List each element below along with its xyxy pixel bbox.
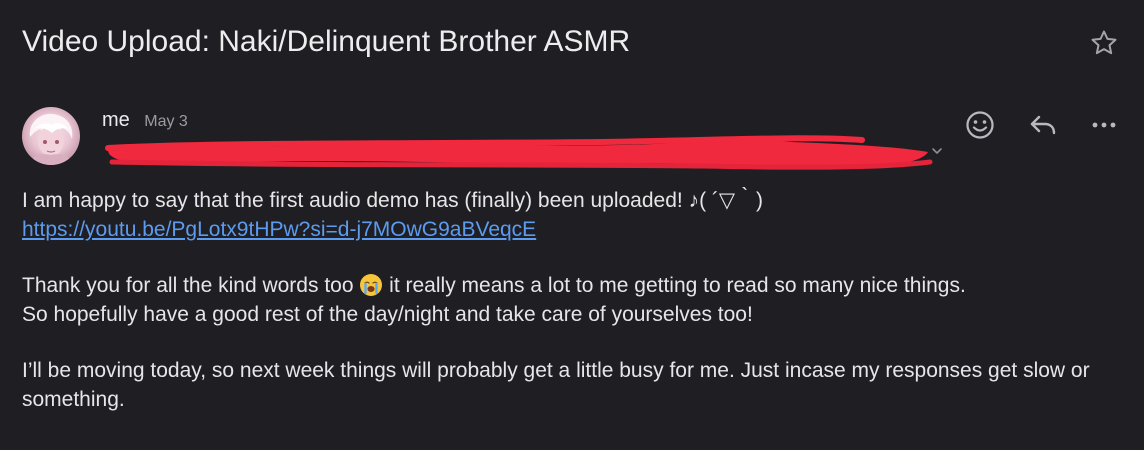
- chevron-down-icon[interactable]: [930, 146, 944, 156]
- emoji-react-icon[interactable]: [963, 108, 997, 142]
- body-paragraph-3: I’ll be moving today, so next week thing…: [22, 359, 1090, 411]
- youtube-link[interactable]: https://youtu.be/PgLotx9tHPw?si=d-j7MOwG…: [22, 218, 536, 241]
- email-subject: Video Upload: Naki/Delinquent Brother AS…: [22, 25, 631, 58]
- body-p2-text-b: it really means a lot to me getting to r…: [383, 274, 966, 297]
- redaction-scribble: [105, 135, 933, 170]
- more-options-icon[interactable]: [1087, 108, 1121, 142]
- body-paragraph-2-line-2: So hopefully have a good rest of the day…: [22, 303, 753, 326]
- body-paragraph-2: Thank you for all the kind words too it …: [22, 271, 1122, 300]
- reply-icon[interactable]: [1026, 108, 1060, 142]
- email-body: I am happy to say that the first audio d…: [22, 186, 1122, 414]
- sender-avatar[interactable]: [22, 107, 80, 165]
- star-icon[interactable]: [1089, 28, 1119, 58]
- crying-face-emoji-icon: [360, 274, 383, 296]
- body-line-1: I am happy to say that the first audio d…: [22, 189, 764, 212]
- body-p2-text-a: Thank you for all the kind words too: [22, 274, 360, 297]
